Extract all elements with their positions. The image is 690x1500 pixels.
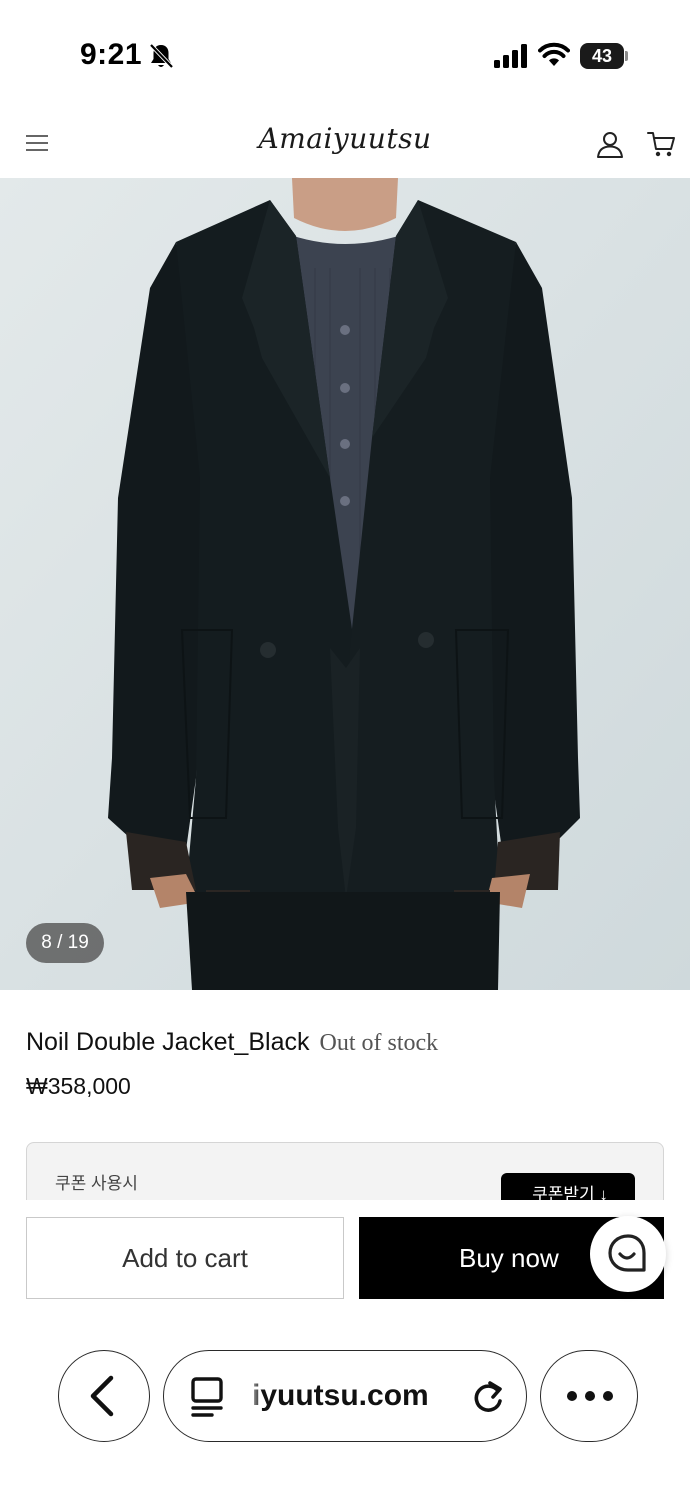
product-price: ₩358,000 (26, 1073, 131, 1099)
more-dots-icon (567, 1391, 613, 1401)
cart-icon[interactable] (646, 130, 676, 158)
cellular-signal-icon (494, 44, 527, 68)
wifi-icon (538, 42, 570, 66)
add-to-cart-button[interactable]: Add to cart (26, 1217, 344, 1299)
more-button[interactable] (540, 1350, 638, 1442)
coupon-label: 쿠폰 사용시 (55, 1174, 138, 1193)
address-url: iyuutsu.com (252, 1379, 429, 1412)
status-time: 9:21 (80, 38, 143, 71)
battery-icon: 43 (580, 43, 628, 69)
action-bar: Add to cart Buy now (0, 1200, 690, 1324)
image-counter: 8 / 19 (26, 923, 104, 963)
user-icon[interactable] (596, 130, 624, 158)
browser-toolbar: iyuutsu.com (0, 1324, 690, 1500)
product-name: Noil Double Jacket_Black (26, 1028, 310, 1056)
back-chevron-icon (90, 1375, 114, 1417)
address-fade (246, 1371, 262, 1423)
battery-level: 43 (591, 46, 613, 66)
site-header: Amaiyuutsu (0, 110, 690, 178)
chat-button[interactable] (590, 1216, 666, 1292)
status-bar: 9:21 43 (0, 0, 690, 110)
reload-icon[interactable] (470, 1377, 506, 1417)
site-logo[interactable]: Amaiyuutsu (0, 122, 690, 155)
product-photo (0, 178, 690, 990)
address-bar[interactable]: iyuutsu.com (163, 1350, 527, 1442)
back-button[interactable] (58, 1350, 150, 1442)
reader-mode-icon (191, 1377, 223, 1417)
bell-slash-icon (149, 43, 174, 69)
product-image[interactable]: 8 / 19 (0, 178, 690, 990)
stock-status: Out of stock (319, 1030, 439, 1056)
chat-bubble-icon (608, 1234, 646, 1272)
product-title-row: Noil Double Jacket_Black Out of stock (26, 1028, 666, 1064)
